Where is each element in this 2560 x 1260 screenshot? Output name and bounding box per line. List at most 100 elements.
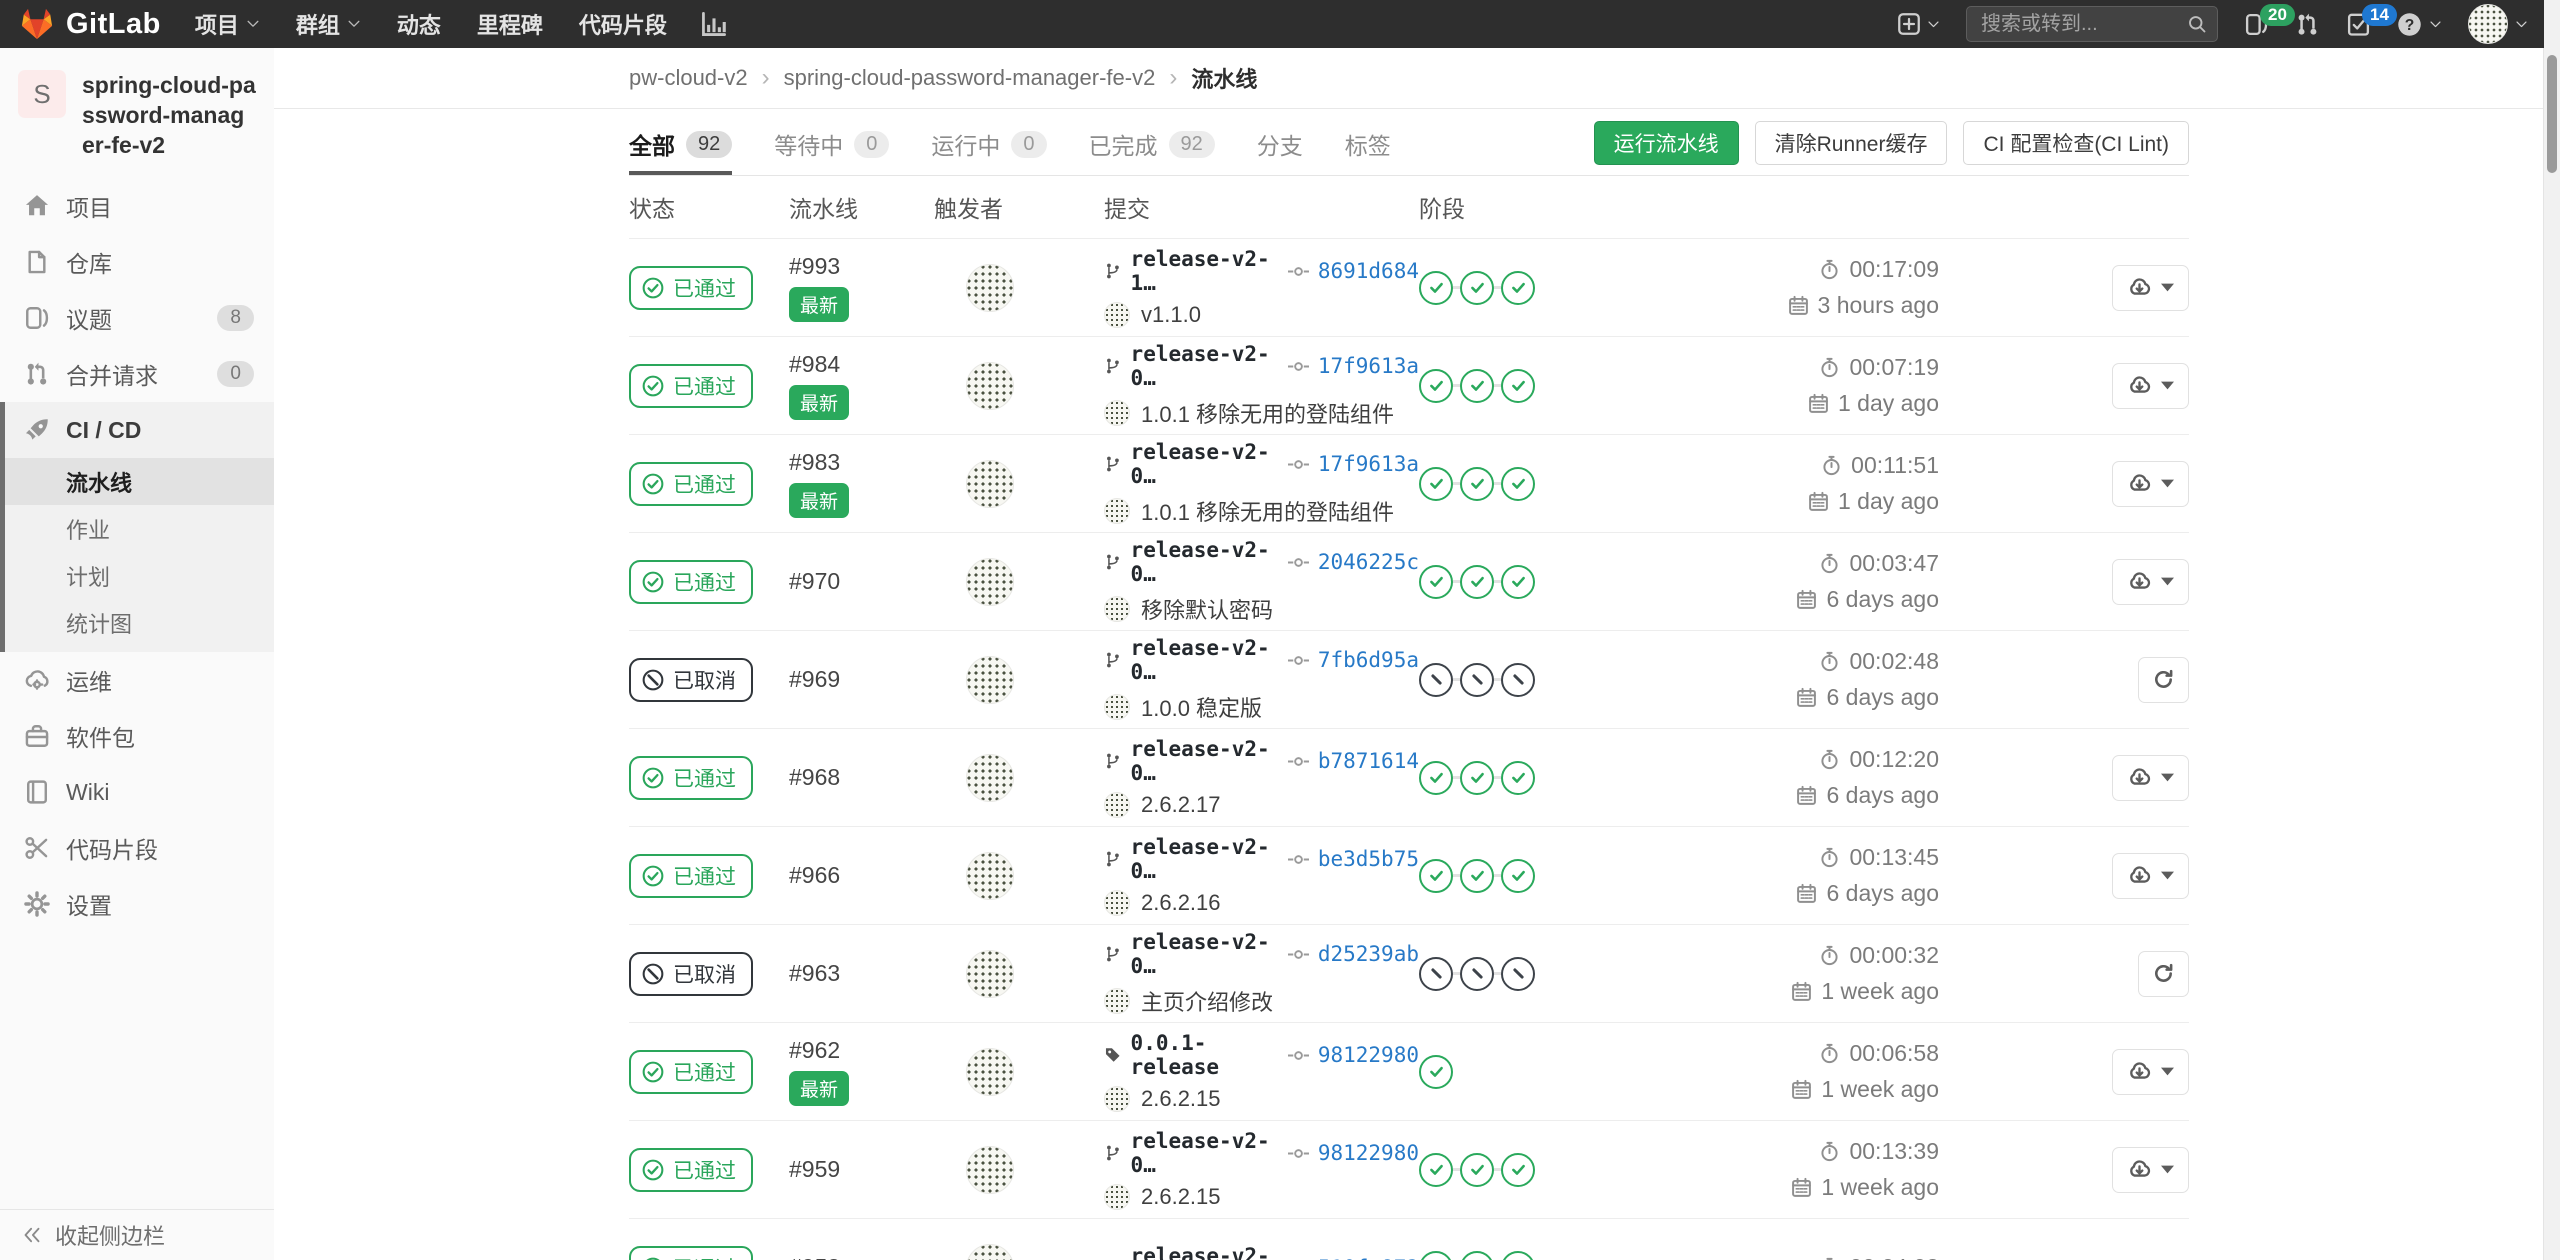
ref-link[interactable]: release-v2-0… (1131, 737, 1275, 785)
stage-passed-icon[interactable] (1419, 1251, 1453, 1260)
sidebar-item-issues[interactable]: 议题 8 (0, 290, 274, 346)
stage-canceled-icon[interactable] (1501, 663, 1535, 697)
todos-shortcut[interactable]: 14 (2346, 12, 2371, 37)
pipeline-id-link[interactable]: #969 (789, 666, 840, 693)
pipeline-status-badge[interactable]: 已取消 (629, 658, 753, 702)
pipeline-status-badge[interactable]: 已通过 (629, 560, 753, 604)
breadcrumb-project-link[interactable]: spring-cloud-password-manager-fe-v2 (784, 65, 1156, 91)
sidebar-item-jobs[interactable]: 作业 (0, 505, 274, 552)
tab-0[interactable]: 全部92 (629, 117, 732, 175)
project-context[interactable]: S spring-cloud-password-manager-fe-v2 (0, 48, 274, 178)
nav-item-2[interactable]: 动态 (397, 8, 441, 40)
nav-item-4[interactable]: 代码片段 (579, 8, 667, 40)
commit-sha-link[interactable]: 17f9613a (1318, 354, 1419, 378)
commit-message-link[interactable]: 2.6.2.17 (1141, 792, 1221, 818)
stage-canceled-icon[interactable] (1419, 663, 1453, 697)
commit-message-link[interactable]: 1.0.1 移除无用的登陆组件 (1141, 397, 1394, 429)
new-menu-button[interactable] (1897, 12, 1940, 36)
trigger-avatar[interactable] (966, 1048, 1014, 1096)
stage-canceled-icon[interactable] (1501, 957, 1535, 991)
run-pipeline-button[interactable]: 运行流水线 (1594, 121, 1739, 165)
commit-sha-link[interactable]: 7fb6d95a (1318, 648, 1419, 672)
stage-canceled-icon[interactable] (1460, 957, 1494, 991)
commit-sha-link[interactable]: 98122980 (1318, 1141, 1419, 1165)
pipeline-status-badge[interactable]: 已取消 (629, 952, 753, 996)
breadcrumb-group-link[interactable]: pw-cloud-v2 (629, 65, 748, 91)
commit-sha-link[interactable]: 2046225c (1318, 550, 1419, 574)
pipeline-id-link[interactable]: #993 (789, 253, 840, 280)
trigger-avatar[interactable] (966, 1146, 1014, 1194)
ref-link[interactable]: release-v2-1… (1131, 247, 1275, 295)
commit-sha-link[interactable]: 8691d684 (1318, 259, 1419, 283)
stage-passed-icon[interactable] (1501, 271, 1535, 305)
search-icon[interactable] (2187, 14, 2207, 34)
stage-passed-icon[interactable] (1419, 467, 1453, 501)
commit-message-link[interactable]: 2.6.2.15 (1141, 1086, 1221, 1112)
pipeline-id-link[interactable]: #966 (789, 862, 840, 889)
stage-passed-icon[interactable] (1460, 1251, 1494, 1260)
ref-link[interactable]: release-v2-0… (1131, 342, 1275, 390)
stage-canceled-icon[interactable] (1460, 663, 1494, 697)
commit-message-link[interactable]: 1.0.1 移除无用的登陆组件 (1141, 495, 1394, 527)
stage-passed-icon[interactable] (1460, 369, 1494, 403)
stage-passed-icon[interactable] (1419, 1153, 1453, 1187)
retry-pipeline-button[interactable] (2138, 951, 2189, 997)
ref-link[interactable]: release-v2-0… (1131, 636, 1275, 684)
commit-sha-link[interactable]: 98122980 (1318, 1043, 1419, 1067)
artifacts-download-button[interactable] (2112, 853, 2189, 899)
stage-passed-icon[interactable] (1460, 1153, 1494, 1187)
pipeline-status-badge[interactable]: 已通过 (629, 266, 753, 310)
commit-message-link[interactable]: v1.1.0 (1141, 302, 1201, 328)
stage-passed-icon[interactable] (1501, 467, 1535, 501)
stage-passed-icon[interactable] (1460, 565, 1494, 599)
commit-message-link[interactable]: 1.0.0 稳定版 (1141, 691, 1262, 723)
commit-sha-link[interactable]: be3d5b75 (1318, 847, 1419, 871)
commit-sha-link[interactable]: 510fc872 (1318, 1256, 1419, 1260)
pipeline-id-link[interactable]: #958 (789, 1254, 840, 1260)
stage-passed-icon[interactable] (1501, 1153, 1535, 1187)
stage-canceled-icon[interactable] (1419, 957, 1453, 991)
gitlab-logo[interactable]: GitLab (20, 7, 161, 41)
clear-runner-cache-button[interactable]: 清除Runner缓存 (1755, 121, 1948, 165)
pipeline-id-link[interactable]: #984 (789, 351, 840, 378)
ref-link[interactable]: release-v2-0… (1131, 930, 1275, 978)
collapse-sidebar-button[interactable]: 收起侧边栏 (0, 1209, 274, 1260)
sidebar-item-repository[interactable]: 仓库 (0, 234, 274, 290)
trigger-avatar[interactable] (966, 264, 1014, 312)
sidebar-item-operations[interactable]: 运维 (0, 652, 274, 708)
sidebar-item-overview[interactable]: 项目 (0, 178, 274, 234)
ref-link[interactable]: release-v2-0… (1131, 538, 1275, 586)
ref-link[interactable]: release-v2-0… (1131, 440, 1275, 488)
trigger-avatar[interactable] (966, 754, 1014, 802)
stage-passed-icon[interactable] (1501, 761, 1535, 795)
artifacts-download-button[interactable] (2112, 363, 2189, 409)
stage-passed-icon[interactable] (1419, 369, 1453, 403)
stage-passed-icon[interactable] (1501, 369, 1535, 403)
nav-item-3[interactable]: 里程碑 (477, 8, 543, 40)
nav-item-0[interactable]: 项目 (195, 8, 260, 40)
pipeline-id-link[interactable]: #962 (789, 1037, 840, 1064)
sidebar-item-wiki[interactable]: Wiki (0, 764, 274, 820)
stage-passed-icon[interactable] (1419, 271, 1453, 305)
tab-5[interactable]: 标签 (1345, 117, 1391, 175)
stage-passed-icon[interactable] (1419, 565, 1453, 599)
artifacts-download-button[interactable] (2112, 265, 2189, 311)
sidebar-item-schedules[interactable]: 计划 (0, 552, 274, 599)
retry-pipeline-button[interactable] (2138, 657, 2189, 703)
nav-item-1[interactable]: 群组 (296, 8, 361, 40)
pipeline-id-link[interactable]: #959 (789, 1156, 840, 1183)
pipeline-status-badge[interactable]: 已通过 (629, 1148, 753, 1192)
commit-sha-link[interactable]: b7871614 (1318, 749, 1419, 773)
stage-passed-icon[interactable] (1501, 1251, 1535, 1260)
tab-4[interactable]: 分支 (1257, 117, 1303, 175)
artifacts-download-button[interactable] (2112, 755, 2189, 801)
stage-passed-icon[interactable] (1460, 761, 1494, 795)
ref-link[interactable]: release-v2-0… (1131, 1129, 1275, 1177)
commit-sha-link[interactable]: 17f9613a (1318, 452, 1419, 476)
artifacts-download-button[interactable] (2112, 559, 2189, 605)
merge-requests-shortcut[interactable] (2295, 12, 2320, 37)
stage-passed-icon[interactable] (1419, 859, 1453, 893)
sidebar-item-merge-requests[interactable]: 合并请求 0 (0, 346, 274, 402)
stage-passed-icon[interactable] (1419, 1055, 1453, 1089)
trigger-avatar[interactable] (966, 558, 1014, 606)
